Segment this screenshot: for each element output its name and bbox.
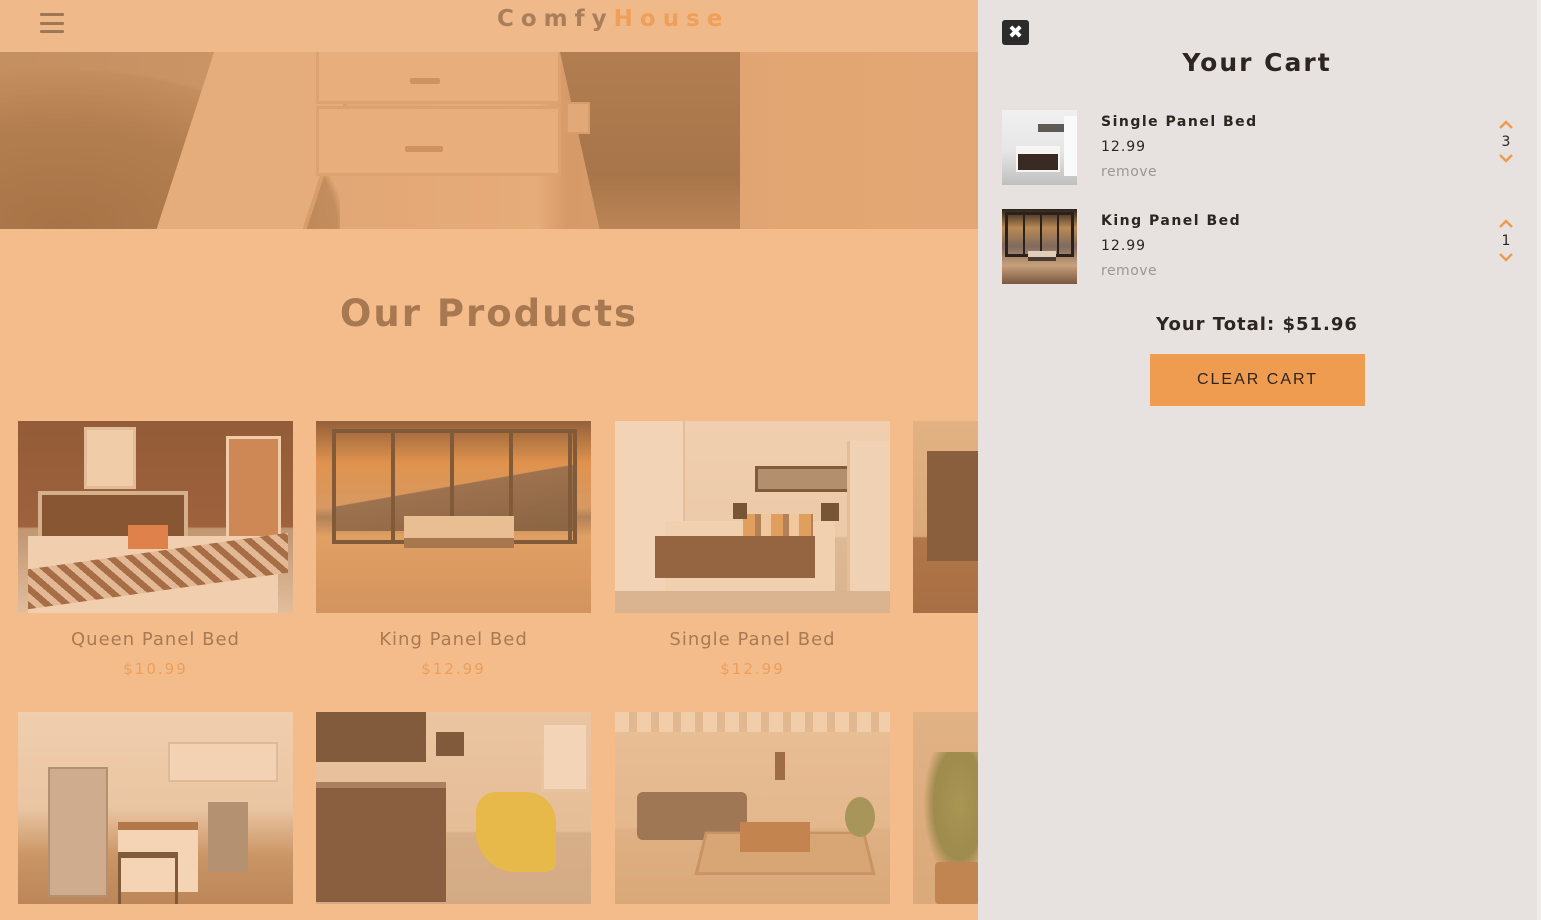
cart-title: Your Cart (1182, 48, 1332, 77)
cart-item-name: Single Panel Bed (1101, 114, 1258, 130)
scrollbar[interactable] (1537, 0, 1541, 920)
cart-item: Single Panel Bed 12.99 remove 3 (1002, 110, 1517, 186)
quantity-stepper: 3 (1494, 120, 1518, 163)
cart-item-image (1002, 209, 1077, 284)
cart-panel: ✖ Your Cart Single Panel Bed 12.99 remov… (978, 0, 1538, 920)
cart-overlay-backdrop[interactable] (0, 0, 978, 920)
chevron-up-icon[interactable] (1498, 219, 1514, 229)
cart-item-name: King Panel Bed (1101, 213, 1242, 229)
cart-item-price: 12.99 (1101, 238, 1147, 254)
quantity-stepper: 1 (1494, 219, 1518, 262)
store-page: ComfyHouse Our Products Queen Panel Bed … (0, 0, 978, 920)
cart-item: King Panel Bed 12.99 remove 1 (1002, 209, 1517, 285)
item-quantity: 1 (1501, 233, 1511, 249)
chevron-down-icon[interactable] (1498, 153, 1514, 163)
remove-item-button[interactable]: remove (1101, 263, 1241, 279)
cart-total: Your Total: $51.96 (1156, 314, 1358, 335)
item-quantity: 3 (1501, 134, 1511, 150)
cart-item-image (1002, 110, 1077, 185)
chevron-up-icon[interactable] (1498, 120, 1514, 130)
chevron-down-icon[interactable] (1498, 252, 1514, 262)
close-icon[interactable]: ✖ (1002, 20, 1029, 45)
remove-item-button[interactable]: remove (1101, 164, 1258, 180)
clear-cart-button[interactable]: CLEAR CART (1150, 354, 1365, 406)
cart-item-price: 12.99 (1101, 139, 1147, 155)
